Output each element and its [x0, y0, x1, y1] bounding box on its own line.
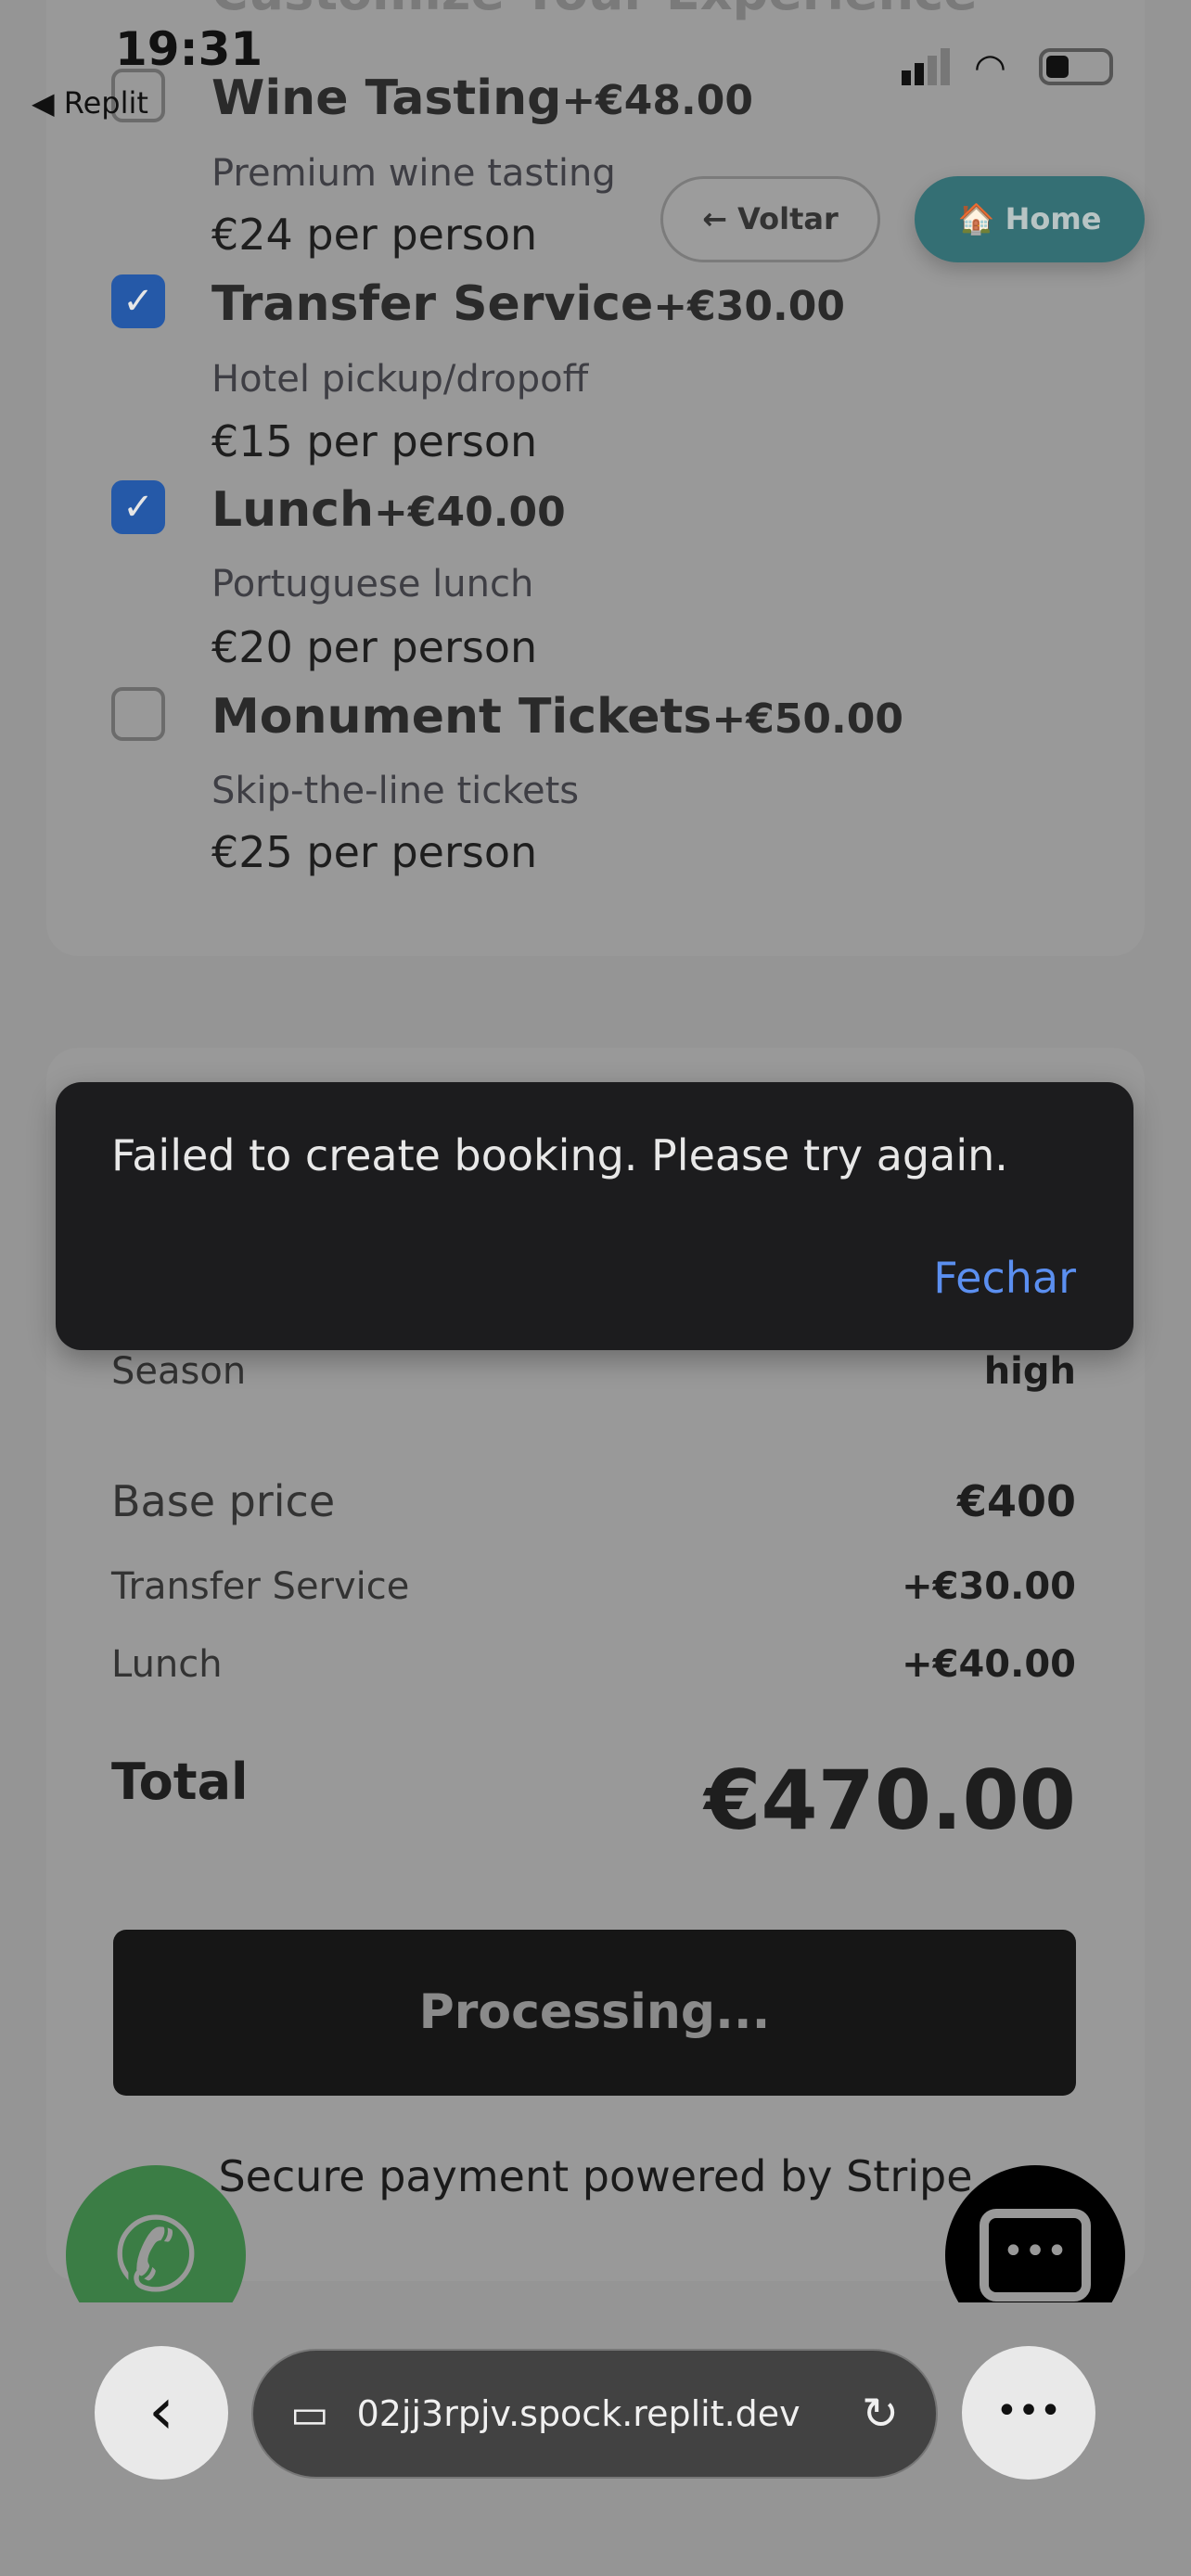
- signal-icon: [902, 48, 954, 85]
- browser-back-button[interactable]: ‹: [95, 2346, 228, 2480]
- home-button[interactable]: 🏠 Home: [915, 176, 1145, 262]
- tabs-icon: ▭: [290, 2390, 329, 2438]
- addons-card: [46, 0, 1145, 956]
- season-value: high: [983, 1350, 1076, 1393]
- addon-price: +€40.00: [374, 489, 566, 536]
- total-value: €470.00: [704, 1753, 1076, 1848]
- line-item-value: +€40.00: [902, 1643, 1076, 1686]
- line-item-value: +€30.00: [902, 1565, 1076, 1608]
- addon-title: Lunch+€40.00: [211, 482, 566, 538]
- url-text: 02jj3rpjv.spock.replit.dev: [356, 2393, 800, 2434]
- addon-title: Wine Tasting+€48.00: [211, 70, 753, 126]
- season-label: Season: [111, 1350, 247, 1393]
- section-title: Customize Your Experience: [211, 0, 978, 21]
- addon-title: Transfer Service+€30.00: [211, 276, 845, 332]
- addon-checkbox-transfer[interactable]: ✓: [111, 274, 165, 328]
- addon-price: +€30.00: [653, 283, 845, 330]
- addon-description: Hotel pickup/dropoff: [211, 358, 589, 401]
- addon-description: Portuguese lunch: [211, 563, 534, 606]
- addon-price: +€48.00: [561, 77, 753, 124]
- addon-name: Lunch: [211, 482, 375, 538]
- total-label: Total: [111, 1753, 249, 1811]
- addon-name: Monument Tickets: [211, 689, 712, 745]
- addon-name: Wine Tasting: [211, 70, 562, 126]
- browser-more-button[interactable]: •••: [962, 2346, 1095, 2480]
- wifi-icon: ◠: [974, 46, 1006, 89]
- base-price-value: €400: [956, 1476, 1076, 1526]
- pay-button[interactable]: Processing...: [113, 1930, 1076, 2096]
- line-item-row: Lunch +€40.00: [111, 1643, 1076, 1686]
- back-button[interactable]: ← Voltar: [660, 176, 880, 262]
- battery-icon: [1039, 48, 1113, 85]
- addon-per-person: €25 per person: [211, 827, 538, 877]
- chevron-left-icon: ‹: [148, 2373, 174, 2449]
- url-bar[interactable]: ▭ 02jj3rpjv.spock.replit.dev ↻: [251, 2349, 938, 2479]
- toast-close-button[interactable]: Fechar: [933, 1253, 1076, 1303]
- line-item-row: Transfer Service +€30.00: [111, 1565, 1076, 1608]
- addon-price: +€50.00: [711, 695, 903, 743]
- addon-checkbox-lunch[interactable]: ✓: [111, 480, 165, 534]
- more-icon: •••: [995, 2390, 1062, 2432]
- line-item-label: Lunch: [111, 1643, 223, 1686]
- addon-description: Premium wine tasting: [211, 152, 616, 195]
- whatsapp-icon: ✆: [112, 2196, 199, 2315]
- toast-message: Failed to create booking. Please try aga…: [111, 1130, 1008, 1180]
- status-time: 19:31: [115, 22, 263, 76]
- season-row: Season high: [111, 1350, 1076, 1393]
- addon-name: Transfer Service: [211, 276, 654, 332]
- base-price-row: Base price €400: [111, 1476, 1076, 1526]
- total-row: Total €470.00: [111, 1753, 1076, 1848]
- error-toast: Failed to create booking. Please try aga…: [56, 1082, 1133, 1350]
- addon-description: Skip-the-line tickets: [211, 770, 580, 812]
- addon-per-person: €24 per person: [211, 210, 538, 260]
- addon-per-person: €20 per person: [211, 622, 538, 672]
- addon-title: Monument Tickets+€50.00: [211, 689, 903, 745]
- line-item-label: Transfer Service: [111, 1565, 410, 1608]
- addon-checkbox-monument[interactable]: [111, 687, 165, 741]
- base-price-label: Base price: [111, 1476, 336, 1526]
- back-to-app-link[interactable]: ◀ Replit: [32, 85, 148, 121]
- reload-icon[interactable]: ↻: [862, 2388, 899, 2440]
- addon-per-person: €15 per person: [211, 416, 538, 466]
- chat-icon: •••: [980, 2209, 1091, 2302]
